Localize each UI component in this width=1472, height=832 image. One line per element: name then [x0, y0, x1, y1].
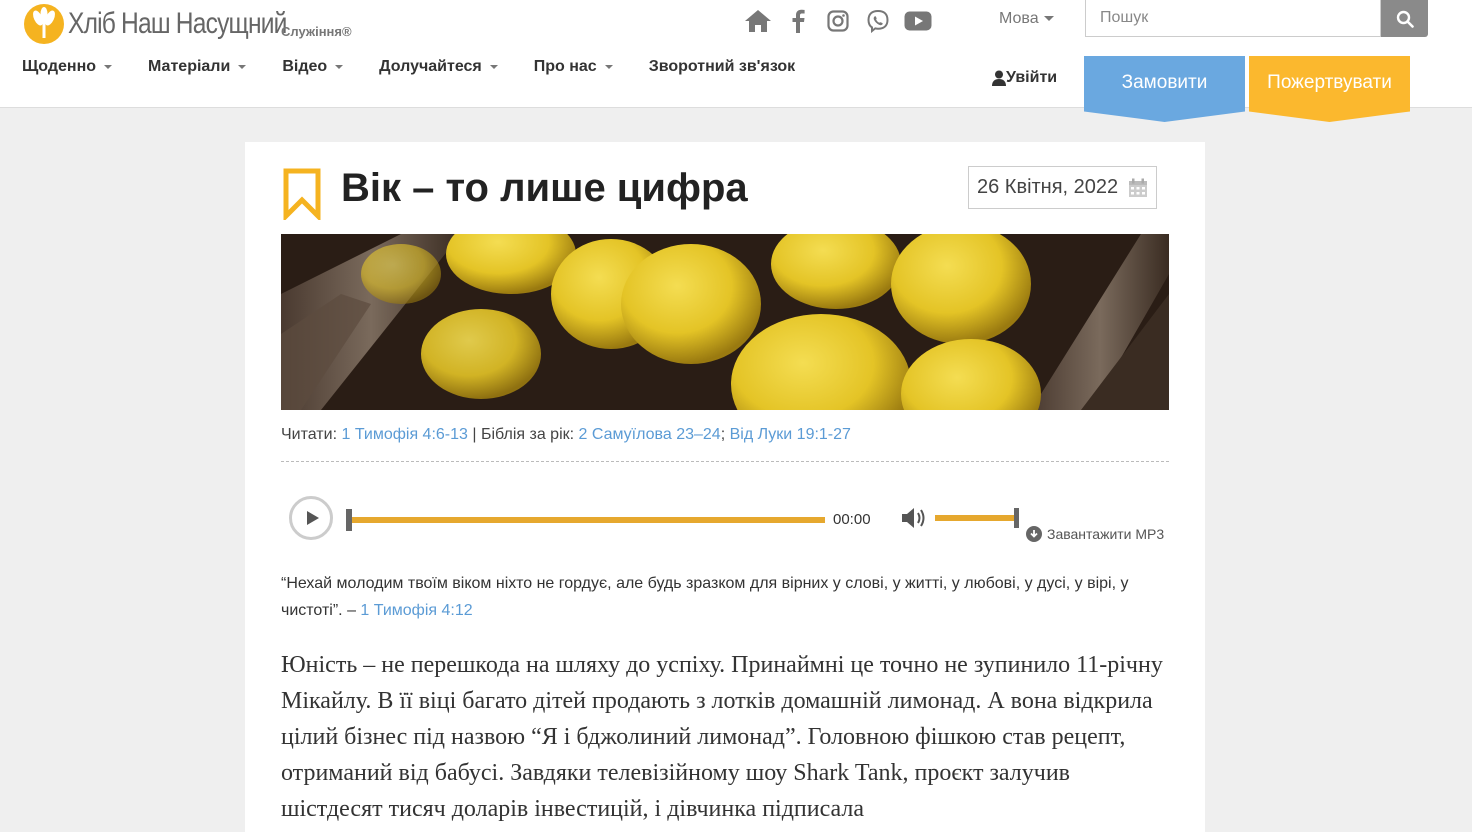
nav-item-daily[interactable]: Щоденно: [22, 58, 113, 76]
bible-link-1[interactable]: 2 Самуїлова 23–24: [579, 426, 721, 443]
article-body: Юність – не перешкода на шляху до успіху…: [281, 652, 1163, 822]
download-mp3-link[interactable]: Завантажити MP3: [1026, 526, 1164, 542]
article-card: Вік – то лише цифра 26 Квітня, 2022 Чита…: [245, 142, 1205, 832]
main-nav: Щоденно Матеріали Відео Долучайтеся Про …: [22, 58, 831, 76]
search-input[interactable]: Пошук: [1085, 0, 1381, 37]
nav-label: Про нас: [533, 58, 597, 75]
nav-label: Матеріали: [148, 58, 231, 75]
home-icon[interactable]: [738, 5, 778, 37]
user-icon: [992, 70, 1006, 86]
logo-subtitle: Служіння®: [281, 24, 352, 39]
wheat-logo-icon: [24, 4, 64, 44]
reading-line: Читати: 1 Тимофія 4:6-13 | Біблія за рік…: [281, 426, 851, 444]
read-label: Читати:: [281, 426, 338, 443]
calendar-icon: [1129, 178, 1148, 197]
site-header: Хліб Наш Насущний Служіння® Мова Пошук Щ…: [0, 0, 1472, 122]
nav-label: Щоденно: [22, 58, 97, 75]
download-icon: [1026, 526, 1042, 542]
caret-down-icon: [335, 64, 344, 69]
youtube-icon[interactable]: [898, 5, 938, 37]
caret-down-icon: [104, 64, 113, 69]
nav-label: Долучайтеся: [379, 58, 482, 75]
nav-label: Відео: [282, 58, 328, 75]
login-label: Увійти: [1006, 69, 1058, 86]
caret-down-icon: [604, 64, 613, 69]
divider: [281, 461, 1169, 462]
volume-slider[interactable]: [935, 515, 1015, 521]
nav-item-video[interactable]: Відео: [282, 58, 344, 76]
scripture-quote: “Нехай молодим твоїм віком ніхто не горд…: [281, 570, 1176, 624]
play-icon: [306, 511, 319, 525]
donate-button[interactable]: Пожертвувати: [1249, 56, 1410, 122]
instagram-icon[interactable]: [818, 5, 858, 37]
order-button[interactable]: Замовити: [1084, 56, 1245, 122]
volume-handle[interactable]: [1014, 508, 1019, 528]
nav-item-materials[interactable]: Матеріали: [148, 58, 247, 76]
quote-link[interactable]: 1 Тимофія 4:12: [360, 602, 472, 619]
bookmark-icon[interactable]: [283, 168, 321, 220]
read-link[interactable]: 1 Тимофія 4:6-13: [341, 426, 467, 443]
search-icon: [1396, 10, 1414, 28]
play-button[interactable]: [289, 496, 333, 540]
facebook-icon[interactable]: [778, 5, 818, 37]
nav-item-join[interactable]: Долучайтеся: [379, 58, 498, 76]
download-label: Завантажити MP3: [1047, 526, 1165, 542]
site-logo[interactable]: Хліб Наш Насущний: [24, 4, 318, 44]
language-label: Мова: [999, 10, 1039, 27]
viber-icon[interactable]: [858, 5, 898, 37]
social-icons: [738, 5, 938, 37]
language-dropdown[interactable]: Мова: [999, 10, 1054, 28]
caret-down-icon: [1043, 16, 1054, 22]
article-title: Вік – то лише цифра: [341, 166, 748, 210]
logo-title: Хліб Наш Насущний: [68, 7, 287, 40]
caret-down-icon: [238, 64, 247, 69]
caret-down-icon: [489, 64, 498, 69]
separator-semicolon: ;: [720, 426, 726, 443]
nav-item-about[interactable]: Про нас: [534, 58, 613, 76]
article-date: 26 Квітня, 2022: [977, 176, 1119, 198]
bible-link-2[interactable]: Від Луки 19:1-27: [730, 426, 851, 443]
bible-year-label: Біблія за рік:: [480, 426, 575, 443]
hero-image-lemons: [281, 234, 1169, 410]
volume-icon[interactable]: [900, 506, 930, 530]
nav-item-feedback[interactable]: Зворотний зв'язок: [649, 58, 795, 76]
search-button[interactable]: [1381, 0, 1428, 37]
separator: |: [472, 426, 477, 443]
date-picker[interactable]: 26 Квітня, 2022: [968, 166, 1157, 209]
audio-time: 00:00: [833, 511, 871, 528]
login-link[interactable]: Увійти: [992, 69, 1057, 87]
audio-progress-bar[interactable]: [352, 517, 825, 523]
nav-label: Зворотний зв'язок: [648, 58, 796, 75]
